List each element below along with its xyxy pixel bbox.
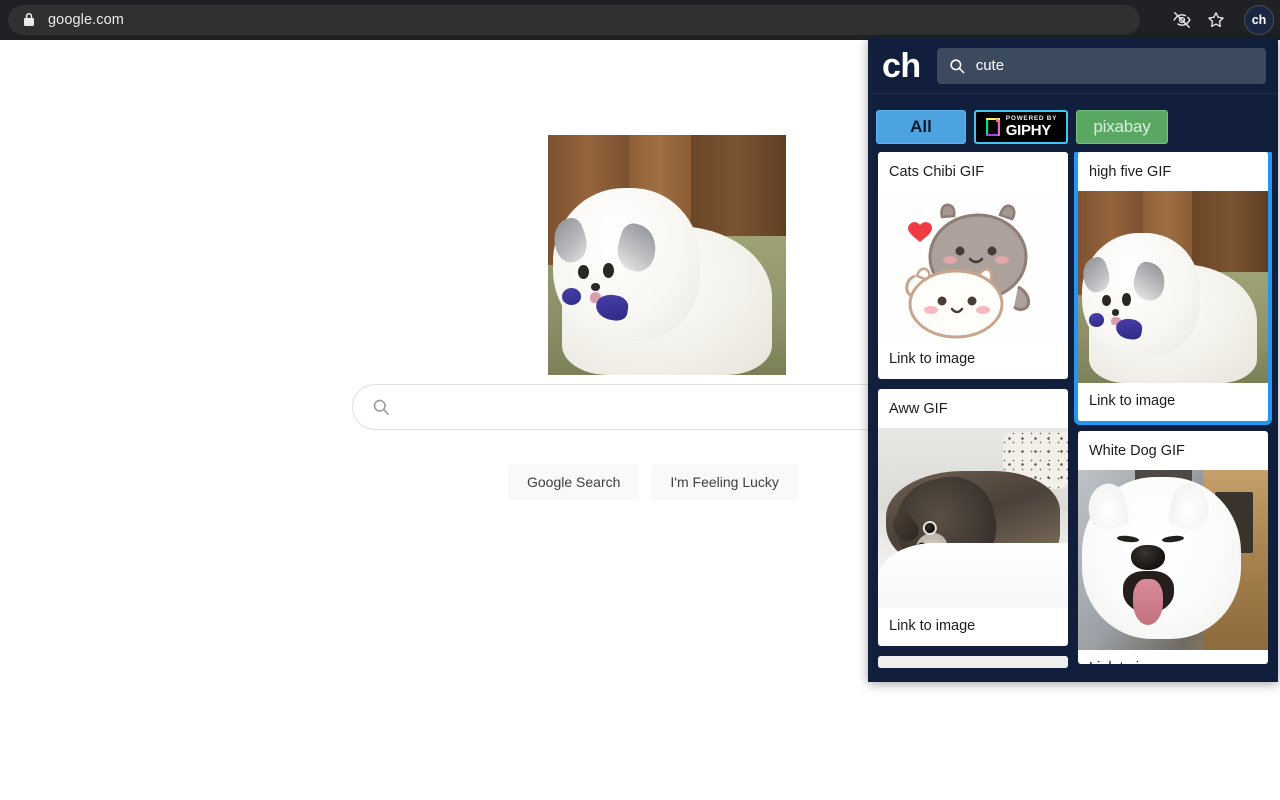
card-media [878, 191, 1068, 341]
gif-card-white-dog[interactable]: White Dog GIF [1078, 431, 1268, 664]
search-input[interactable] [403, 385, 935, 429]
address-bar[interactable]: google.com [8, 5, 1140, 35]
popup-search-box[interactable] [936, 47, 1266, 84]
google-search-button[interactable]: Google Search [508, 464, 640, 500]
card-link-to-image[interactable]: Link to image [1078, 650, 1268, 664]
filter-all-button[interactable]: All [876, 110, 966, 144]
gif-card-aww[interactable]: Aww GIF Link to image [878, 389, 1068, 646]
filter-bar: All POWERED BY GIPHY pixabay [868, 104, 1278, 150]
giphy-label: GIPHY [1005, 122, 1051, 140]
card-link-to-image[interactable]: Link to image [878, 608, 1068, 646]
chibi-cats-art [882, 191, 1064, 341]
card-media [1078, 470, 1268, 650]
giphy-logo-icon [985, 118, 1000, 136]
popup-header: ch [868, 38, 1278, 94]
card-link-to-image[interactable]: Link to image [878, 341, 1068, 379]
browser-toolbar: google.com ch [0, 0, 1280, 40]
gif-card-partial[interactable] [878, 656, 1068, 668]
extension-popup: ch All POWERED BY GIPHY [868, 38, 1278, 682]
google-buttons: Google Search I'm Feeling Lucky [508, 464, 798, 500]
card-media [878, 428, 1068, 608]
feeling-lucky-button[interactable]: I'm Feeling Lucky [651, 464, 798, 500]
extension-logo: ch [882, 46, 921, 85]
card-media [1078, 191, 1268, 383]
hero-image [548, 135, 786, 375]
lock-icon [24, 13, 34, 26]
card-title: White Dog GIF [1089, 443, 1185, 459]
results-column-right: high five GIF Link to image White Dog GI… [1074, 152, 1272, 668]
filter-pixabay-button[interactable]: pixabay [1076, 110, 1168, 144]
filter-giphy-button[interactable]: POWERED BY GIPHY [974, 110, 1068, 144]
eye-slash-icon[interactable] [1170, 8, 1194, 32]
results-column-left: Cats Chibi GIF Link to image Aww GIF Lin… [878, 152, 1068, 668]
search-icon [373, 399, 389, 415]
card-link-to-image[interactable]: Link to image [1078, 383, 1268, 421]
popup-search-input[interactable] [975, 47, 1266, 84]
results-scroll-area[interactable]: Cats Chibi GIF Link to image Aww GIF Lin… [868, 152, 1278, 682]
avatar[interactable]: ch [1244, 5, 1274, 35]
gif-card-high-five[interactable]: high five GIF Link to image [1074, 152, 1272, 425]
card-title: high five GIF [1089, 164, 1172, 180]
avatar-initials: ch [1251, 13, 1267, 27]
search-icon [950, 58, 965, 73]
card-title: Aww GIF [889, 401, 948, 417]
google-search-box[interactable] [352, 384, 936, 430]
gif-card-cats-chibi[interactable]: Cats Chibi GIF Link to image [878, 152, 1068, 379]
filter-all-label: All [910, 117, 932, 136]
filter-pixabay-label: pixabay [1093, 117, 1151, 136]
card-title: Cats Chibi GIF [889, 164, 985, 180]
url-text: google.com [48, 12, 124, 28]
star-icon[interactable] [1204, 8, 1228, 32]
card-media [878, 656, 1068, 668]
